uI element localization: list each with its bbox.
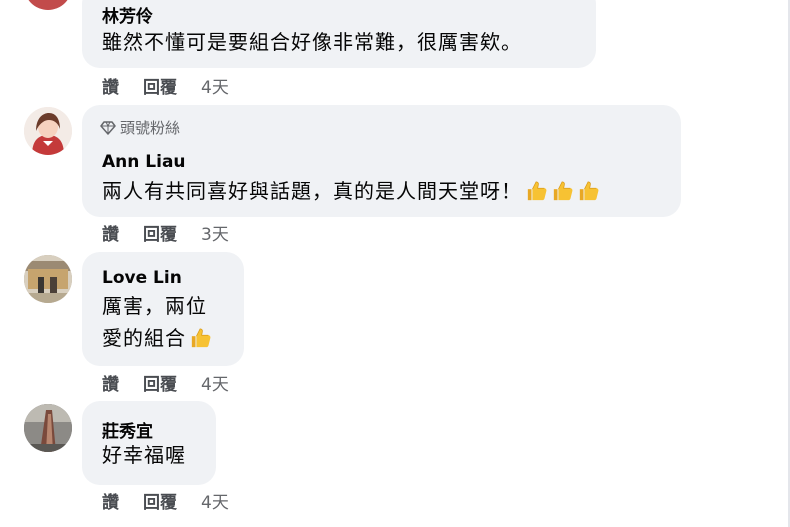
reply-button[interactable]: 回覆 [143, 488, 177, 513]
like-button[interactable]: 讚 [102, 370, 119, 395]
like-button[interactable]: 讚 [102, 488, 119, 513]
avatar-image [24, 255, 72, 303]
comment-text-content: 愛的組合 [102, 326, 186, 350]
comment-bubble: Love Lin 厲害，兩位 愛的組合 [82, 252, 244, 366]
comment-actions: 讚回覆 3天 [102, 220, 229, 245]
thumbs-up-icon [578, 180, 600, 202]
badge-label: 頭號粉絲 [120, 119, 181, 137]
avatar[interactable] [24, 0, 72, 10]
comment-actions: 讚回覆 4天 [102, 488, 229, 513]
avatar[interactable] [24, 255, 72, 303]
reply-button[interactable]: 回覆 [143, 370, 177, 395]
comment-time[interactable]: 3天 [201, 220, 229, 245]
comment-text: 愛的組合 [102, 322, 212, 354]
thumbs-up-icon [526, 180, 548, 202]
comment-time[interactable]: 4天 [201, 488, 229, 513]
like-button[interactable]: 讚 [102, 220, 119, 245]
avatar-image [24, 404, 72, 452]
comment-author[interactable]: Love Lin [102, 268, 182, 288]
comment-author[interactable]: 林芳伶 [102, 2, 153, 27]
top-fan-badge[interactable]: 頭號粉絲 [100, 117, 180, 138]
comment-time[interactable]: 4天 [201, 73, 229, 98]
comment-text: 厲害，兩位 [102, 294, 207, 318]
reply-button[interactable]: 回覆 [143, 220, 177, 245]
comment-text: 好幸福喔 [102, 443, 186, 467]
avatar[interactable] [24, 404, 72, 452]
avatar-image [24, 107, 72, 155]
comment-bubble: 莊秀宜 好幸福喔 [82, 401, 216, 485]
comment-text: 兩人有共同喜好與話題，真的是人間天堂呀！ [102, 175, 600, 207]
comment-text: 雖然不懂可是要組合好像非常難，很厲害欸。 [102, 30, 522, 54]
comment-text-content: 兩人有共同喜好與話題，真的是人間天堂呀！ [102, 179, 522, 203]
comment-actions: 讚回覆 4天 [102, 73, 229, 98]
comment-bubble: 林芳伶 雖然不懂可是要組合好像非常難，很厲害欸。 [82, 0, 596, 68]
comment-bubble: 頭號粉絲 Ann Liau 兩人有共同喜好與話題，真的是人間天堂呀！ [82, 105, 681, 217]
thumbs-up-icon [552, 180, 574, 202]
avatar[interactable] [24, 107, 72, 155]
comment-author[interactable]: Ann Liau [102, 152, 186, 172]
comment-actions: 讚回覆 4天 [102, 370, 229, 395]
reply-button[interactable]: 回覆 [143, 73, 177, 98]
like-button[interactable]: 讚 [102, 73, 119, 98]
thumbs-up-icon [190, 327, 212, 349]
comment-time[interactable]: 4天 [201, 370, 229, 395]
diamond-icon [100, 121, 116, 135]
